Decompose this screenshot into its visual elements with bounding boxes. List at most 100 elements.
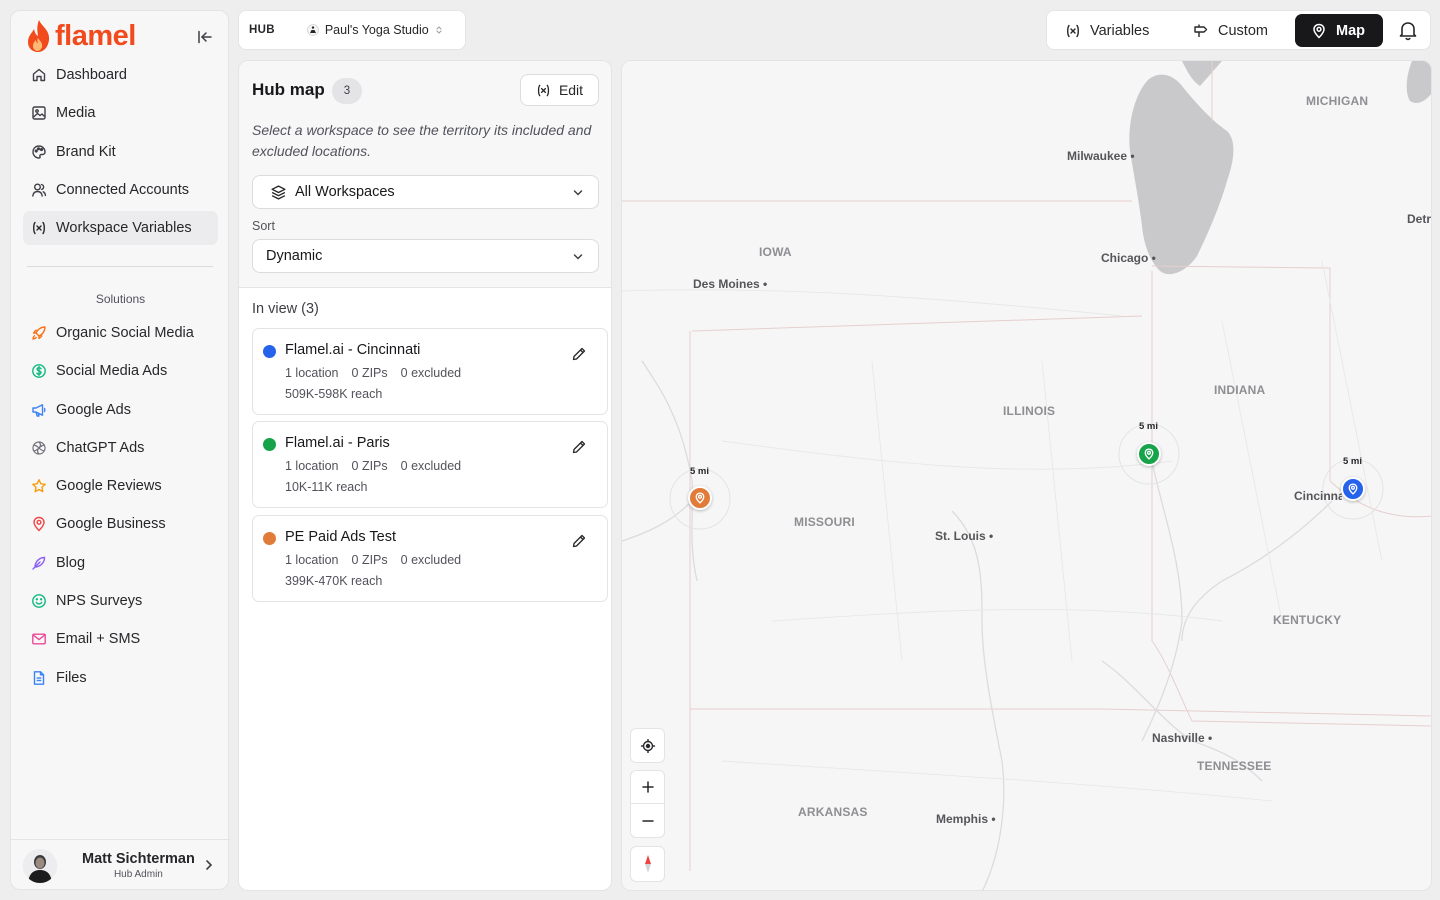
sort-label: Sort [252,219,275,233]
hub-selector[interactable]: HUB Paul's Yoga Studio [238,10,466,50]
collapse-sidebar-button[interactable] [195,27,215,47]
rocket-icon [32,326,46,340]
sidebar-item-workspace-variables[interactable]: Workspace Variables [23,211,218,246]
chevron-down-icon [573,190,583,196]
sort-select[interactable]: Dynamic [252,239,599,273]
location-pin-icon [695,492,705,504]
zoom-in-button[interactable] [630,770,665,804]
openai-icon [32,441,46,455]
zip-count: 0 ZIPs [351,459,388,473]
sidebar-item-social-media-ads[interactable]: Social Media Ads [23,354,218,388]
workspace-name: PE Paid Ads Test [285,529,396,545]
sidebar-item-label: Social Media Ads [56,363,168,380]
sidebar-item-label: Dashboard [56,67,127,83]
brand-logo[interactable]: flamel [26,19,136,53]
sidebar-item-label: Organic Social Media [56,325,194,341]
state-label-michigan: MICHIGAN [1306,94,1369,108]
hub-map-panel: Hub map 3 Edit Select a workspace to see… [238,60,612,891]
panel-description: Select a workspace to see the territory … [252,122,592,159]
sidebar-item-label: Email + SMS [56,631,141,648]
state-label-tennessee: TENNESSEE [1197,759,1272,773]
location-count: 1 location [285,553,339,567]
chevron-updown-icon [436,26,442,34]
sidebar-item-label: Google Ads [56,401,131,418]
radius-label: 5 mi [1343,456,1363,467]
users-icon [32,183,47,197]
variable-icon [1067,24,1079,37]
bell-icon[interactable] [1397,19,1419,41]
user-role: Hub Admin [113,869,163,880]
sidebar-item-nps-surveys[interactable]: NPS Surveys [23,584,218,618]
workspace-name: Flamel.ai - Paris [285,435,390,451]
pencil-icon[interactable] [571,346,587,362]
sidebar-item-dashboard[interactable]: Dashboard [23,58,218,92]
sidebar-item-media[interactable]: Media [23,96,218,130]
map-pin-cincinnati[interactable] [1341,477,1365,501]
sidebar-item-brand-kit[interactable]: Brand Kit [23,135,218,169]
workspace-color-dot [263,345,276,358]
variables-button[interactable]: Variables [1055,14,1159,47]
user-info: Matt Sichterman Hub Admin [82,851,195,880]
sidebar-item-organic-social-media[interactable]: Organic Social Media [23,316,218,350]
location-pin-icon [33,517,45,532]
map-pin-paris[interactable] [1137,442,1161,466]
lake-huron [1406,61,1431,103]
sidebar-item-google-business[interactable]: Google Business [23,507,218,541]
sidebar-item-blog[interactable]: Blog [23,546,218,580]
map-button[interactable]: Map [1295,14,1383,47]
main-nav: Dashboard Media Brand Kit Connected Acco… [23,58,218,249]
hub-label: HUB [249,24,275,36]
sidebar: flamel Dashboard Media Brand Kit Connect… [10,10,230,891]
city-label-des-moines: Des Moines • [693,277,768,291]
studio-switcher[interactable]: Paul's Yoga Studio [306,23,443,37]
avatar [23,848,57,883]
location-pin-icon [1144,448,1154,460]
custom-button[interactable]: Custom [1183,14,1278,47]
edit-button[interactable]: Edit [520,74,599,106]
sidebar-item-label: Connected Accounts [56,181,190,198]
user-name: Matt Sichterman [82,851,195,867]
smile-icon [32,594,46,608]
locate-me-button[interactable] [630,728,665,763]
megaphone-icon [32,403,46,417]
city-label-memphis: Memphis • [936,812,996,826]
sort-select-value: Dynamic [266,248,323,264]
collapse-left-icon [198,30,212,44]
workspace-color-dot [263,438,276,451]
plus-icon [641,781,654,793]
reach-estimate: 10K-11K reach [285,480,368,494]
list-item[interactable]: PE Paid Ads Test 1 location 0 ZIPs 0 exc… [252,515,608,602]
sidebar-item-label: Google Reviews [56,478,162,495]
pencil-icon[interactable] [571,439,587,455]
workspace-stats: 1 location 0 ZIPs 0 excluded [285,459,461,473]
sidebar-item-google-ads[interactable]: Google Ads [23,393,218,427]
variable-icon [33,221,45,235]
dollar-icon [32,364,46,379]
solutions-heading: Solutions [95,292,146,306]
city-label-nashville: Nashville • [1152,731,1213,745]
list-item[interactable]: Flamel.ai - Paris 1 location 0 ZIPs 0 ex… [252,421,608,508]
radius-label: 5 mi [690,466,710,477]
sidebar-item-connected-accounts[interactable]: Connected Accounts [23,173,218,207]
file-icon [33,670,45,685]
city-label-chicago: Chicago • [1101,251,1156,265]
sidebar-item-email-sms[interactable]: Email + SMS [23,622,218,656]
user-menu[interactable]: Matt Sichterman Hub Admin [11,839,230,891]
reach-estimate: 509K-598K reach [285,387,383,401]
sidebar-item-files[interactable]: Files [23,661,218,695]
sidebar-item-label: Google Business [56,516,166,533]
sidebar-item-google-reviews[interactable]: Google Reviews [23,469,218,503]
image-icon [32,106,46,120]
zip-count: 0 ZIPs [351,366,388,380]
map-pin-pe-paid-ads[interactable] [688,486,712,510]
variables-label: Variables [1090,22,1150,39]
territory-map[interactable]: MICHIGAN IOWA ILLINOIS INDIANA MISSOURI … [621,60,1432,891]
workspace-select[interactable]: All Workspaces [252,175,599,209]
sidebar-item-chatgpt-ads[interactable]: ChatGPT Ads [23,431,218,465]
compass-button[interactable] [630,846,665,882]
zoom-out-button[interactable] [630,803,665,838]
sidebar-divider [27,266,213,267]
list-item[interactable]: Flamel.ai - Cincinnati 1 location 0 ZIPs… [252,328,608,415]
sidebar-item-label: Media [56,105,96,122]
pencil-icon[interactable] [571,533,587,549]
